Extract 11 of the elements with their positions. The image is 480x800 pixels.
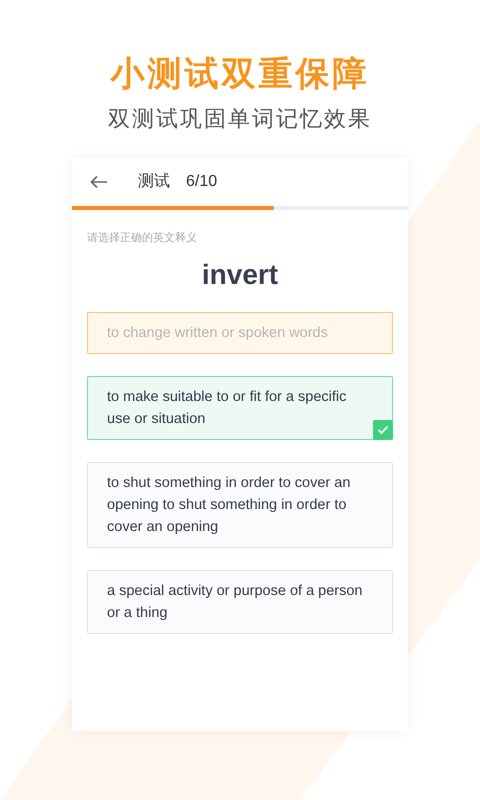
answer-option[interactable]: to shut something in order to cover an opening to shut something in order to cover an opening [87, 462, 393, 548]
back-icon[interactable] [90, 175, 108, 189]
check-icon [373, 420, 393, 440]
prompt-text: 请选择正确的英文释义 [87, 230, 198, 246]
question-counter: 6/10 [186, 172, 218, 192]
headline: 小测试双重保障 [110, 54, 370, 95]
word: invert [200, 258, 280, 292]
quiz-title: 测试 [138, 172, 170, 192]
answer-option[interactable]: to make suitable to or fit for a specific use or situation [87, 376, 393, 440]
subheadline: 双测试巩固单词记忆效果 [108, 105, 372, 133]
answer-option[interactable]: a special activity or purpose of a person or a thing [87, 570, 393, 634]
